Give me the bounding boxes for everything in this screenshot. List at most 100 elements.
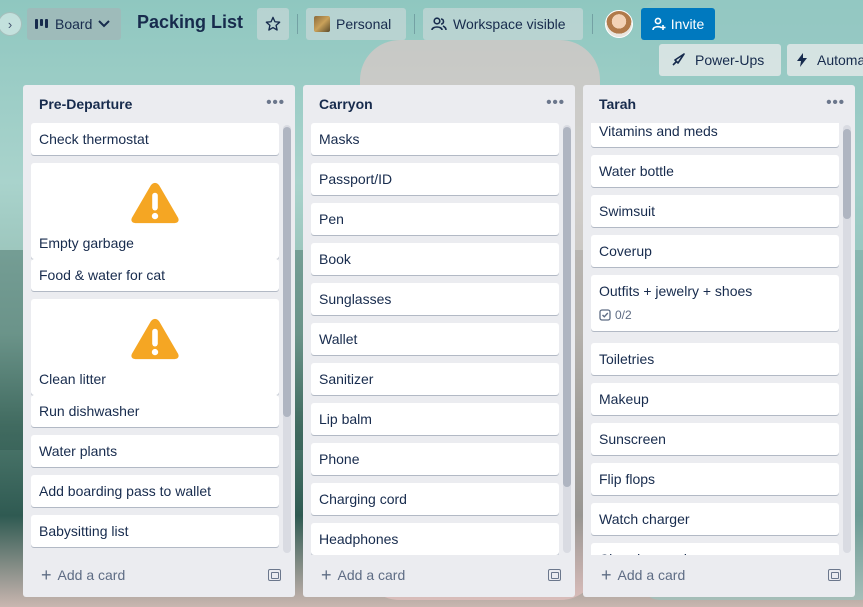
card-title: Watch charger (599, 511, 690, 527)
template-icon[interactable] (548, 569, 561, 581)
card[interactable]: Water bottle (591, 155, 839, 187)
card[interactable]: Babysitting list (31, 515, 279, 547)
automation-button[interactable]: Automa (787, 44, 863, 76)
card[interactable]: Sunscreen (591, 423, 839, 455)
list-scrollbar[interactable] (563, 125, 571, 553)
card-title: Add boarding pass to wallet (39, 483, 211, 499)
card-title: Passport/ID (319, 171, 393, 187)
powerups-button[interactable]: Power-Ups (659, 44, 781, 76)
card[interactable]: Headphones (311, 523, 559, 555)
card[interactable]: Flip flops (591, 463, 839, 495)
card-list: Check thermostat Empty garbage Food & wate… (31, 123, 279, 555)
workspace-button[interactable]: Personal (306, 8, 406, 40)
card[interactable]: Run dishwasher (31, 395, 279, 427)
workspace-label: Personal (336, 16, 392, 32)
add-card-label: Add a card (57, 567, 126, 583)
card[interactable]: Outfits + jewelry + shoes 0/2 (591, 275, 839, 331)
add-card-button[interactable]: + Add a card (311, 559, 567, 591)
list-scrollbar[interactable] (283, 125, 291, 553)
card[interactable]: Charging cords (591, 543, 839, 555)
visibility-button[interactable]: Workspace visible (423, 8, 583, 40)
card[interactable]: Vitamins and meds (591, 123, 839, 147)
more-icon[interactable]: ••• (266, 94, 285, 111)
list-title[interactable]: Pre-Departure (39, 96, 132, 112)
card-title: Babysitting list (39, 523, 129, 539)
list-header[interactable]: Tarah ••• (583, 85, 855, 123)
scrollbar-thumb[interactable] (843, 129, 851, 219)
list-pre-departure[interactable]: Pre-Departure ••• Check thermostat Empty ga… (23, 85, 295, 597)
rocket-icon (672, 53, 685, 66)
card[interactable]: Passport/ID (311, 163, 559, 195)
card-title: Swimsuit (599, 203, 656, 219)
list-tarah[interactable]: Tarah ••• Vitamins and meds Water bottle Swi… (583, 85, 855, 597)
expand-sidebar-button[interactable]: › (0, 12, 22, 36)
card-title: Book (319, 251, 351, 267)
card[interactable]: Lip balm (311, 403, 559, 435)
card-list: Masks Passport/ID Pen Book Sunglasses Wallet S… (311, 123, 559, 555)
card-list: Vitamins and meds Water bottle Swimsuit Cov… (591, 123, 839, 555)
add-card-button[interactable]: + Add a card (31, 559, 287, 591)
invite-label: Invite (670, 16, 705, 32)
template-icon[interactable] (828, 569, 841, 581)
card[interactable]: Empty garbage (31, 163, 279, 259)
list-title[interactable]: Carryon (319, 96, 373, 112)
card-cover-sticker (39, 307, 271, 371)
card[interactable]: Water plants (31, 435, 279, 467)
card[interactable]: Toiletries (591, 343, 839, 375)
list-title[interactable]: Tarah (599, 96, 636, 112)
card-title: Food & water for cat (39, 267, 166, 283)
card[interactable]: Swimsuit (591, 195, 839, 227)
card[interactable]: Add boarding pass to wallet (31, 475, 279, 507)
card[interactable]: Food & water for cat (31, 259, 279, 291)
view-switcher-button[interactable]: Board (27, 8, 121, 40)
member-avatar[interactable] (605, 10, 633, 38)
list-carryon[interactable]: Carryon ••• Masks Passport/ID Pen Book Sunglas… (303, 85, 575, 597)
scrollbar-thumb[interactable] (563, 127, 571, 487)
chevron-down-icon (98, 20, 111, 28)
card[interactable]: Coverup (591, 235, 839, 267)
people-icon (431, 17, 447, 31)
card[interactable]: Clean litter (31, 299, 279, 395)
card[interactable]: Book (311, 243, 559, 275)
card[interactable]: Wallet (311, 323, 559, 355)
template-icon[interactable] (268, 569, 281, 581)
card-title: Lip balm (319, 411, 372, 427)
board-title[interactable]: Packing List (137, 12, 243, 33)
invite-button[interactable]: Invite (641, 8, 715, 40)
card-title: Makeup (599, 391, 649, 407)
person-add-icon (651, 17, 666, 31)
divider (414, 14, 415, 34)
card[interactable]: Sanitizer (311, 363, 559, 395)
add-card-label: Add a card (337, 567, 406, 583)
card-title: Water plants (39, 443, 118, 459)
scrollbar-thumb[interactable] (283, 127, 291, 417)
list-header[interactable]: Pre-Departure ••• (23, 85, 295, 123)
list-scrollbar[interactable] (843, 125, 851, 553)
card-cover-sticker (39, 171, 271, 235)
card[interactable]: Charging cord (311, 483, 559, 515)
card[interactable]: Phone (311, 443, 559, 475)
warning-icon (128, 316, 182, 362)
card[interactable]: Masks (311, 123, 559, 155)
list-header[interactable]: Carryon ••• (303, 85, 575, 123)
card[interactable]: Check thermostat (31, 123, 279, 155)
card[interactable]: Makeup (591, 383, 839, 415)
card-title: Sunscreen (599, 431, 666, 447)
divider (297, 14, 298, 34)
more-icon[interactable]: ••• (546, 94, 565, 111)
card-title: Coverup (599, 243, 652, 259)
add-card-button[interactable]: + Add a card (591, 559, 847, 591)
card[interactable]: Pen (311, 203, 559, 235)
card-title: Flip flops (599, 471, 656, 487)
card-title: Vitamins and meds (599, 123, 718, 139)
board-header: › Board Packing List Personal Workspace … (0, 0, 863, 76)
card[interactable]: Sunglasses (311, 283, 559, 315)
star-board-button[interactable] (257, 8, 289, 40)
more-icon[interactable]: ••• (826, 94, 845, 111)
card-title: Wallet (319, 331, 358, 347)
bolt-icon (797, 53, 807, 67)
card[interactable]: Watch charger (591, 503, 839, 535)
workspace-thumbnail (314, 16, 330, 32)
board-icon (35, 19, 48, 29)
card-title: Outfits + jewelry + shoes (599, 283, 753, 299)
